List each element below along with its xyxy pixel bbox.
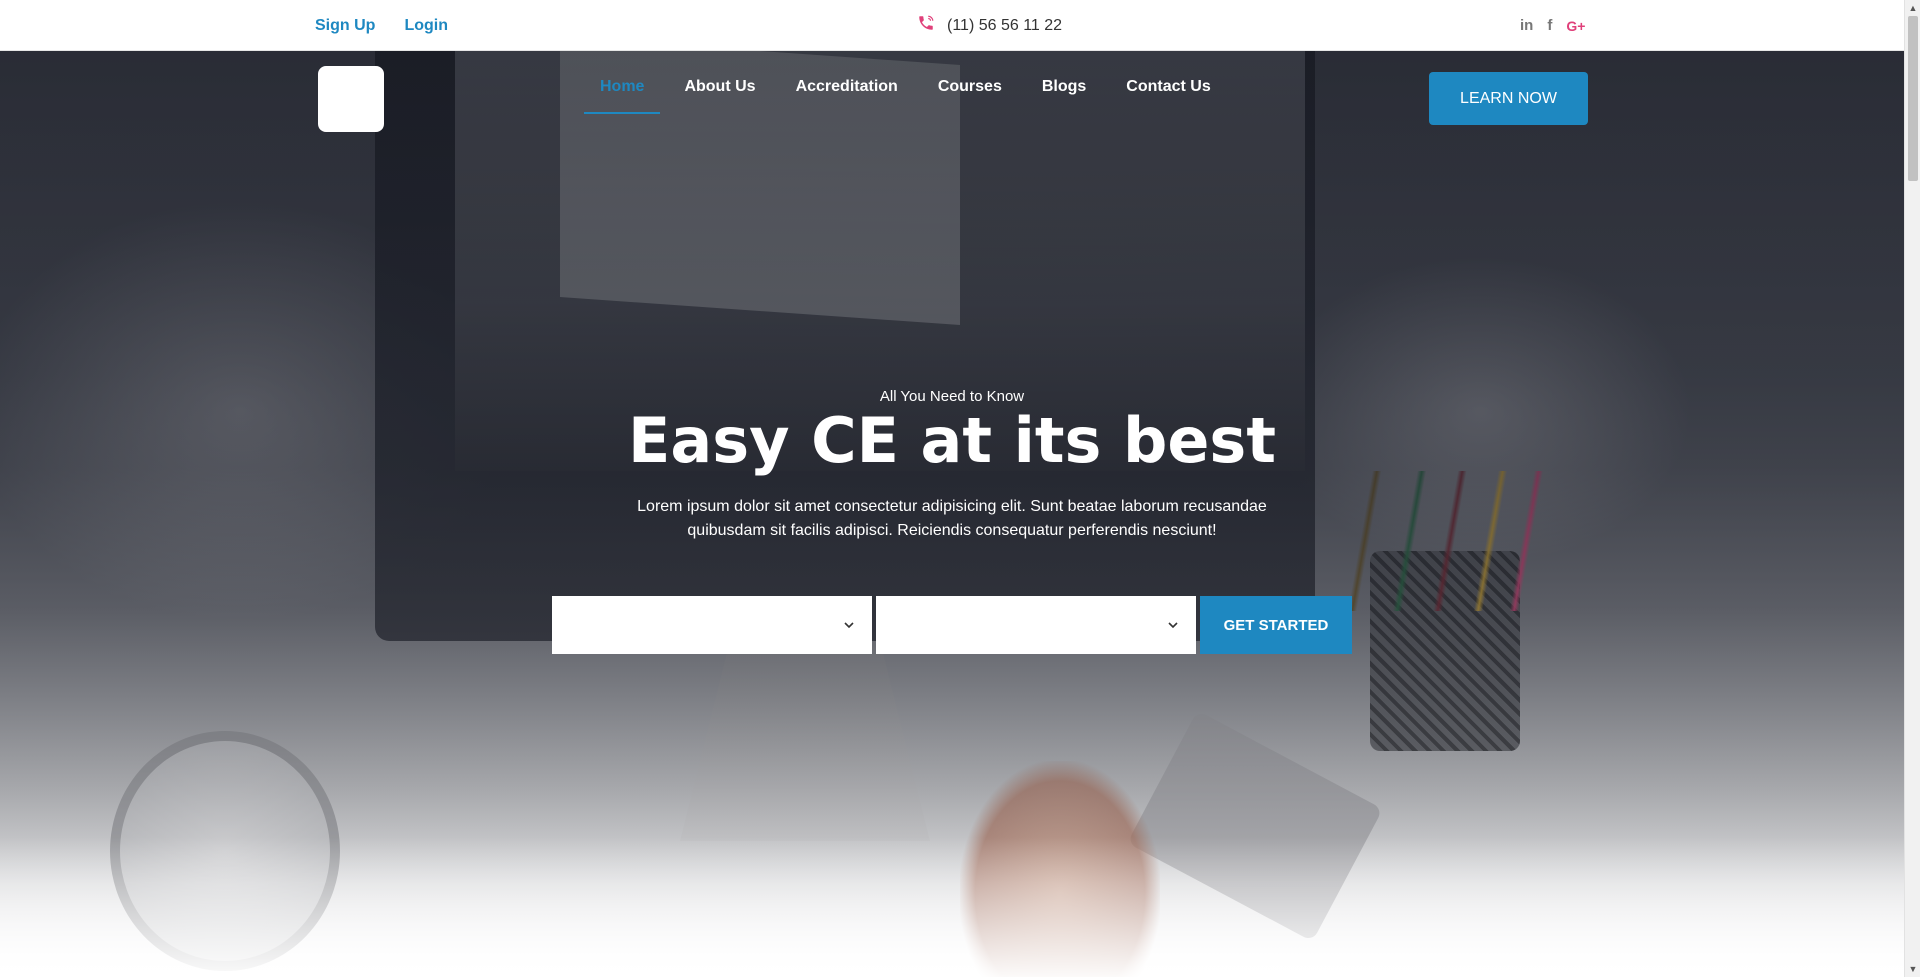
scroll-down-arrow-icon[interactable]: ▼: [1905, 961, 1920, 977]
course-select-1[interactable]: [552, 596, 872, 654]
chevron-down-icon: [844, 622, 854, 629]
social-links: in f G+: [1520, 0, 1585, 51]
nav-item-blogs[interactable]: Blogs: [1042, 78, 1086, 114]
site-logo[interactable]: [318, 66, 384, 132]
auth-links: Sign Up Login: [315, 0, 448, 51]
facebook-icon[interactable]: f: [1547, 17, 1552, 34]
sign-up-link[interactable]: Sign Up: [315, 17, 375, 35]
scroll-up-arrow-icon[interactable]: ▲: [1905, 0, 1920, 16]
google-plus-icon[interactable]: G+: [1566, 18, 1585, 34]
login-link[interactable]: Login: [404, 17, 448, 35]
nav-item-courses[interactable]: Courses: [938, 78, 1002, 114]
hero-content: All You Need to Know Easy CE at its best…: [560, 388, 1344, 543]
chevron-down-icon: [1168, 622, 1178, 629]
page-scrollbar[interactable]: ▲ ▼: [1904, 0, 1920, 977]
top-utility-bar: Sign Up Login (11) 56 56 11 22 in f G+: [0, 0, 1904, 51]
hero-eyebrow: All You Need to Know: [879, 388, 1025, 405]
scrollbar-thumb[interactable]: [1908, 16, 1918, 181]
nav-item-home[interactable]: Home: [583, 78, 662, 114]
hero-title: Easy CE at its best: [628, 404, 1276, 477]
learn-now-button[interactable]: LEARN NOW: [1429, 72, 1588, 125]
nav-item-contact-us[interactable]: Contact Us: [1126, 78, 1210, 114]
course-search-form: GET STARTED: [552, 596, 1352, 654]
main-nav: Home About Us Accreditation Courses Blog…: [583, 78, 1211, 114]
get-started-button[interactable]: GET STARTED: [1200, 596, 1352, 654]
hero-bottom-fade: [0, 837, 1904, 977]
course-select-2[interactable]: [876, 596, 1196, 654]
phone-contact: (11) 56 56 11 22: [917, 0, 1062, 51]
nav-item-accreditation[interactable]: Accreditation: [796, 78, 898, 114]
phone-icon: [917, 14, 935, 37]
nav-item-about-us[interactable]: About Us: [684, 78, 755, 114]
linkedin-icon[interactable]: in: [1520, 17, 1533, 34]
hero-description: Lorem ipsum dolor sit amet consectetur a…: [637, 498, 1267, 539]
phone-number: (11) 56 56 11 22: [947, 16, 1063, 34]
